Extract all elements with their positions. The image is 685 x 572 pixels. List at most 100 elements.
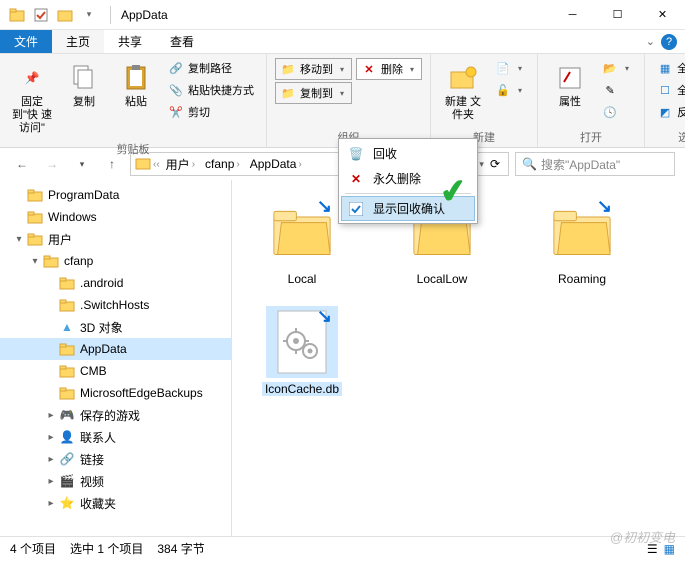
menu-recycle[interactable]: 🗑️ 回收 — [341, 141, 475, 166]
file-item-local[interactable]: ↘Local — [252, 196, 352, 286]
history-button[interactable]: 🕓 — [598, 102, 636, 122]
new-folder-button[interactable]: 新建 文件夹 — [439, 58, 487, 126]
close-button[interactable]: ✕ — [640, 0, 685, 30]
tree-item--[interactable]: ▸🎬视频 — [0, 470, 231, 492]
edit-button[interactable]: ✎ — [598, 80, 636, 100]
tree-item-microsoftedgebackups[interactable]: MicrosoftEdgeBackups — [0, 382, 231, 404]
x-red-icon: ✕ — [347, 171, 365, 187]
videos-icon: 🎬 — [58, 472, 76, 490]
open-icon: 📂 — [602, 60, 618, 76]
contacts-icon: 👤 — [58, 428, 76, 446]
file-item-iconcache-db[interactable]: ↘IconCache.db — [252, 306, 352, 396]
shortcut-overlay-icon: ↘ — [597, 196, 612, 217]
paste-button[interactable]: 粘贴 — [112, 58, 160, 113]
tab-home[interactable]: 主页 — [52, 30, 104, 53]
tree-item-appdata[interactable]: AppData — [0, 338, 231, 360]
newitem-icon: 📄 — [495, 60, 511, 76]
copy-button[interactable]: 复制 — [60, 58, 108, 113]
qat-checkbox-icon[interactable] — [30, 4, 52, 26]
ribbon-collapse-icon[interactable]: ⌄ — [646, 35, 655, 48]
favorites-icon: ⭐ — [58, 494, 76, 512]
refresh-icon[interactable]: ⟳ — [486, 157, 504, 171]
folder-icon — [58, 362, 76, 380]
properties-button[interactable]: 属性 — [546, 58, 594, 113]
tree-item--[interactable]: ▸🔗链接 — [0, 448, 231, 470]
window-title: AppData — [115, 8, 550, 22]
search-icon: 🔍 — [522, 157, 537, 171]
folder-icon — [58, 340, 76, 358]
tab-share[interactable]: 共享 — [104, 30, 156, 53]
crumb-users[interactable]: 用户› — [162, 156, 199, 173]
tree-item--android[interactable]: .android — [0, 272, 231, 294]
selectnone-icon: ☐ — [657, 82, 673, 98]
crumb-cfanp[interactable]: cfanp› — [201, 157, 244, 171]
qat-folder-icon[interactable] — [54, 4, 76, 26]
shortcut-overlay-icon: ↘ — [317, 196, 332, 217]
path-icon: 🔗 — [168, 60, 184, 76]
open-group-label: 打开 — [546, 127, 636, 145]
recycle-icon: 🗑️ — [347, 146, 365, 162]
delete-button[interactable]: ✕删除▾ — [356, 58, 422, 80]
pin-icon: 📌 — [16, 62, 48, 94]
folder-icon — [58, 274, 76, 292]
copy-icon — [68, 62, 100, 94]
select-all-button[interactable]: ▦全部选择 — [653, 58, 685, 78]
pin-quickaccess-button[interactable]: 📌 固定到"快 速访问" — [8, 58, 56, 139]
edit-icon: ✎ — [602, 82, 618, 98]
move-to-button[interactable]: 📁移动到▾ — [275, 58, 352, 80]
tree-item--switchhosts[interactable]: .SwitchHosts — [0, 294, 231, 316]
folder-icon — [6, 4, 28, 26]
easy-access-button[interactable]: 🔓▾ — [491, 80, 529, 100]
folder-icon — [26, 230, 44, 248]
tree-item--[interactable]: ▸🎮保存的游戏 — [0, 404, 231, 426]
tab-view[interactable]: 查看 — [156, 30, 208, 53]
clipboard-group-label: 剪贴板 — [8, 139, 258, 157]
breadcrumb-dropdown-icon[interactable]: ▾ — [479, 159, 484, 170]
copyto-icon: 📁 — [280, 85, 296, 101]
maximize-button[interactable]: ☐ — [595, 0, 640, 30]
tree-item--[interactable]: ▸⭐收藏夹 — [0, 492, 231, 514]
tree-item--[interactable]: ▸👤联系人 — [0, 426, 231, 448]
tab-file[interactable]: 文件 — [0, 30, 52, 53]
crumb-appdata[interactable]: AppData› — [246, 157, 306, 171]
easy-icon: 🔓 — [495, 82, 511, 98]
checkbox-checked-icon — [347, 201, 365, 217]
file-item-roaming[interactable]: ↘Roaming — [532, 196, 632, 286]
cut-button[interactable]: ✂️剪切 — [164, 102, 258, 122]
new-item-button[interactable]: 📄▾ — [491, 58, 529, 78]
help-icon[interactable]: ? — [661, 34, 677, 50]
shortcut-icon: 📎 — [168, 82, 184, 98]
shortcut-overlay-icon: ↘ — [317, 306, 332, 327]
moveto-icon: 📁 — [280, 61, 296, 77]
annotation-checkmark-icon: ✔ — [437, 170, 469, 211]
invert-selection-button[interactable]: ◩反向选择 — [653, 102, 685, 122]
search-input[interactable]: 🔍 搜索"AppData" — [515, 152, 675, 176]
copy-to-button[interactable]: 📁复制到▾ — [275, 82, 352, 104]
paste-shortcut-button[interactable]: 📎粘贴快捷方式 — [164, 80, 258, 100]
invert-icon: ◩ — [657, 104, 673, 120]
qat-dropdown-icon[interactable]: ▾ — [78, 4, 100, 26]
tree-item-cmb[interactable]: CMB — [0, 360, 231, 382]
paste-icon — [120, 62, 152, 94]
open-button[interactable]: 📂▾ — [598, 58, 636, 78]
status-selected: 选中 1 个项目 — [70, 540, 143, 557]
tree-item-3d-[interactable]: ▲3D 对象 — [0, 316, 231, 338]
select-none-button[interactable]: ☐全部取消 — [653, 80, 685, 100]
breadcrumb-folder-icon — [135, 155, 151, 174]
tree-item--[interactable]: ▾用户 — [0, 228, 231, 250]
3d-icon: ▲ — [58, 318, 76, 336]
folder-icon — [58, 384, 76, 402]
tree-item-programdata[interactable]: ProgramData — [0, 184, 231, 206]
new-folder-icon — [447, 62, 479, 94]
file-list[interactable]: ↘Local↘LocalLow↘Roaming↘IconCache.db — [232, 180, 685, 536]
copy-path-button[interactable]: 🔗复制路径 — [164, 58, 258, 78]
games-icon: 🎮 — [58, 406, 76, 424]
tree-item-cfanp[interactable]: ▾cfanp — [0, 250, 231, 272]
scissors-icon: ✂️ — [168, 104, 184, 120]
minimize-button[interactable]: ─ — [550, 0, 595, 30]
select-group-label: 选择 — [653, 127, 685, 145]
watermark: @初初变电 — [610, 527, 675, 546]
folder-icon — [58, 296, 76, 314]
folder-tree[interactable]: ProgramDataWindows▾用户▾cfanp.android.Swit… — [0, 180, 232, 536]
tree-item-windows[interactable]: Windows — [0, 206, 231, 228]
